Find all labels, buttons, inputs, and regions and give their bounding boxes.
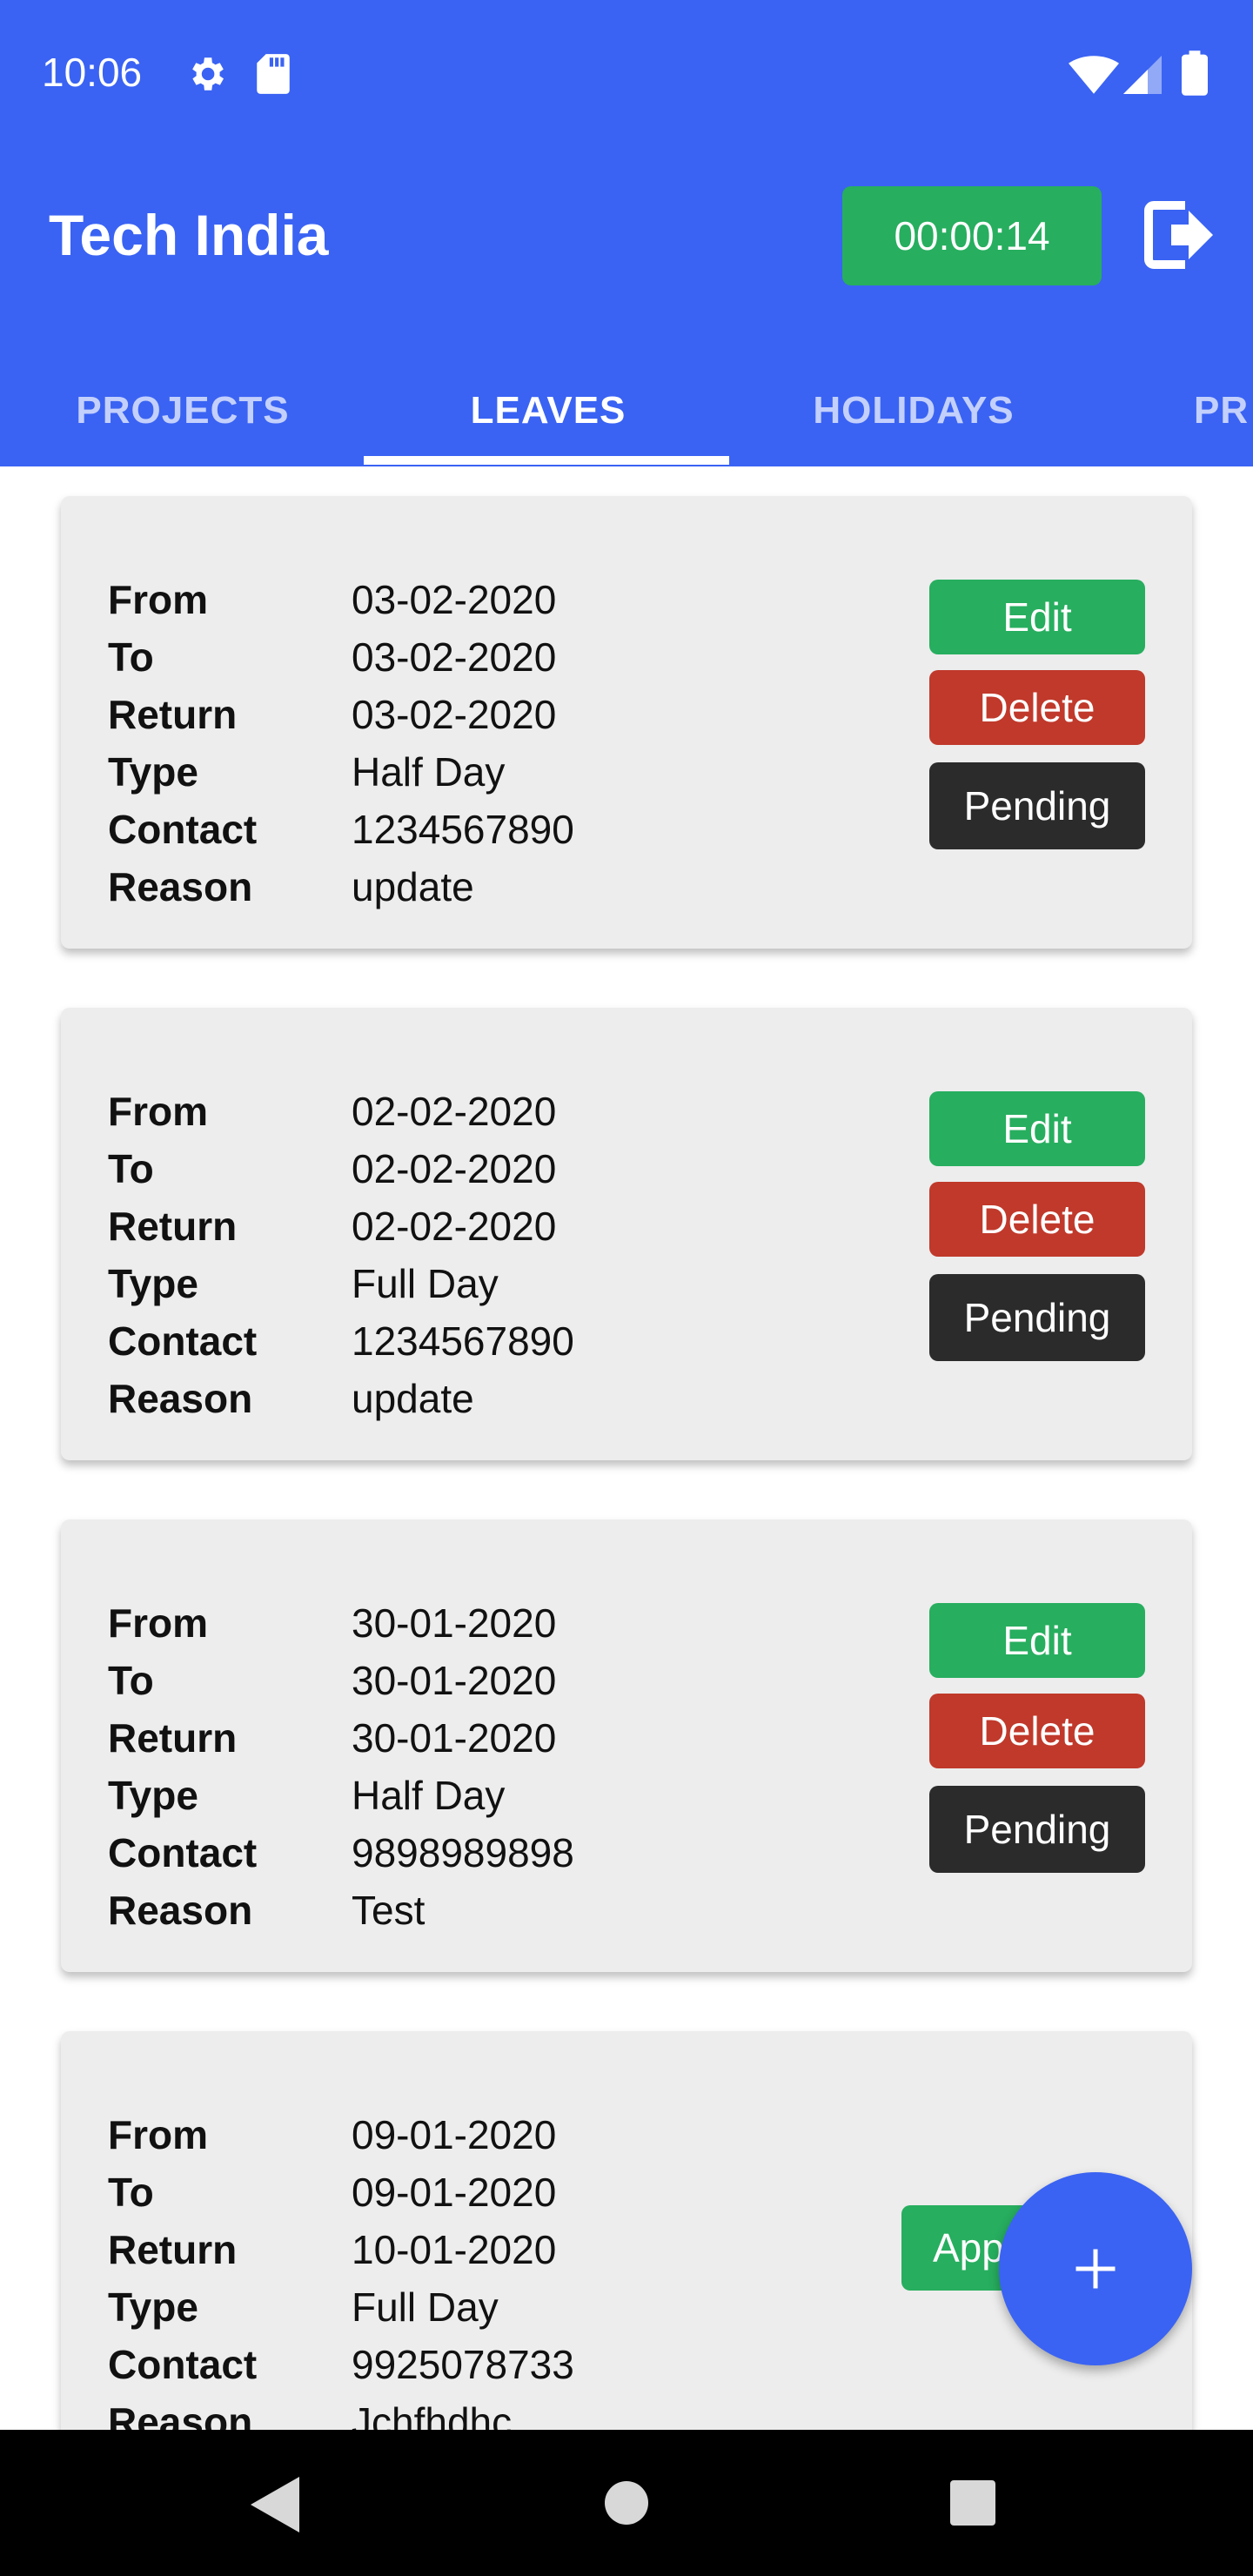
leave-card: From 03-02-2020 To 03-02-2020 Return 03-02-… — [61, 496, 1192, 949]
label-type: Type — [108, 749, 198, 795]
back-icon[interactable] — [251, 2477, 299, 2532]
label-return: Return — [108, 1715, 238, 1761]
wifi-icon — [1069, 56, 1119, 98]
tab-bar: PROJECTS LEAVES HOLIDAYS PR — [0, 355, 1253, 466]
edit-button[interactable]: Edit — [929, 1603, 1145, 1678]
value-from: 30-01-2020 — [352, 1600, 557, 1646]
label-reason: Reason — [108, 1888, 253, 1933]
tab-partial[interactable]: PR — [1096, 355, 1253, 466]
value-to: 09-01-2020 — [352, 2170, 557, 2215]
value-from: 03-02-2020 — [352, 577, 557, 622]
battery-icon — [1182, 50, 1208, 100]
pending-status-button[interactable]: Pending — [929, 1274, 1145, 1361]
pending-status-button[interactable]: Pending — [929, 762, 1145, 849]
value-return: 10-01-2020 — [352, 2227, 557, 2272]
value-return: 02-02-2020 — [352, 1204, 557, 1249]
sd-card-icon — [254, 52, 292, 100]
label-type: Type — [108, 2284, 198, 2330]
status-bar: 10:06 — [0, 0, 1253, 150]
value-from: 09-01-2020 — [352, 2112, 557, 2157]
plus-icon — [1075, 2249, 1116, 2289]
label-reason: Reason — [108, 864, 253, 909]
tab-projects[interactable]: PROJECTS — [0, 355, 365, 466]
label-to: To — [108, 2170, 154, 2215]
leave-card: From 02-02-2020 To 02-02-2020 Return 02-02-… — [61, 1008, 1192, 1460]
value-type: Half Day — [352, 1773, 506, 1818]
app-title: Tech India — [49, 203, 329, 267]
label-type: Type — [108, 1261, 198, 1306]
value-return: 03-02-2020 — [352, 692, 557, 737]
label-return: Return — [108, 692, 238, 737]
label-type: Type — [108, 1773, 198, 1818]
delete-button[interactable]: Delete — [929, 1182, 1145, 1257]
value-contact: 1234567890 — [352, 807, 574, 852]
label-from: From — [108, 1600, 208, 1646]
logout-icon[interactable] — [1136, 191, 1223, 278]
label-contact: Contact — [108, 2342, 258, 2387]
value-to: 03-02-2020 — [352, 634, 557, 680]
tab-holidays[interactable]: HOLIDAYS — [731, 355, 1096, 466]
value-reason: update — [352, 864, 474, 909]
tab-leaves[interactable]: LEAVES — [365, 355, 731, 466]
status-time: 10:06 — [42, 50, 143, 95]
edit-button[interactable]: Edit — [929, 1091, 1145, 1166]
value-to: 30-01-2020 — [352, 1658, 557, 1703]
label-from: From — [108, 577, 208, 622]
cell-signal-icon — [1122, 56, 1163, 98]
edit-button[interactable]: Edit — [929, 580, 1145, 654]
navigation-bar — [0, 2430, 1253, 2576]
add-leave-button[interactable] — [999, 2172, 1192, 2365]
app-bar: Tech India 00:00:14 PROJECTS LEAVES HOLI… — [0, 150, 1253, 466]
value-type: Full Day — [352, 1261, 499, 1306]
delete-button[interactable]: Delete — [929, 1694, 1145, 1768]
label-to: To — [108, 634, 154, 680]
label-to: To — [108, 1146, 154, 1191]
gear-icon — [184, 52, 228, 100]
value-contact: 9898989898 — [352, 1830, 574, 1875]
label-to: To — [108, 1658, 154, 1703]
label-return: Return — [108, 2227, 238, 2272]
pending-status-button[interactable]: Pending — [929, 1786, 1145, 1873]
value-to: 02-02-2020 — [352, 1146, 557, 1191]
value-reason: Jchfhdhc — [352, 2399, 513, 2430]
value-contact: 1234567890 — [352, 1318, 574, 1364]
tab-indicator — [364, 456, 729, 465]
delete-button[interactable]: Delete — [929, 670, 1145, 745]
label-contact: Contact — [108, 1318, 258, 1364]
value-from: 02-02-2020 — [352, 1089, 557, 1134]
label-return: Return — [108, 1204, 238, 1249]
value-contact: 9925078733 — [352, 2342, 574, 2387]
label-from: From — [108, 2112, 208, 2157]
value-type: Half Day — [352, 749, 506, 795]
label-from: From — [108, 1089, 208, 1134]
label-reason: Reason — [108, 1376, 253, 1421]
leaves-list: From 03-02-2020 To 03-02-2020 Return 03-02-… — [0, 466, 1253, 2430]
value-type: Full Day — [352, 2284, 499, 2330]
label-contact: Contact — [108, 807, 258, 852]
value-return: 30-01-2020 — [352, 1715, 557, 1761]
label-reason: Reason — [108, 2399, 253, 2430]
label-contact: Contact — [108, 1830, 258, 1875]
value-reason: update — [352, 1376, 474, 1421]
home-icon[interactable] — [604, 2480, 649, 2526]
value-reason: Test — [352, 1888, 425, 1933]
timer-button[interactable]: 00:00:14 — [842, 186, 1102, 285]
leave-card: From 30-01-2020 To 30-01-2020 Return 30-01-… — [61, 1519, 1192, 1972]
recents-icon[interactable] — [950, 2480, 995, 2526]
